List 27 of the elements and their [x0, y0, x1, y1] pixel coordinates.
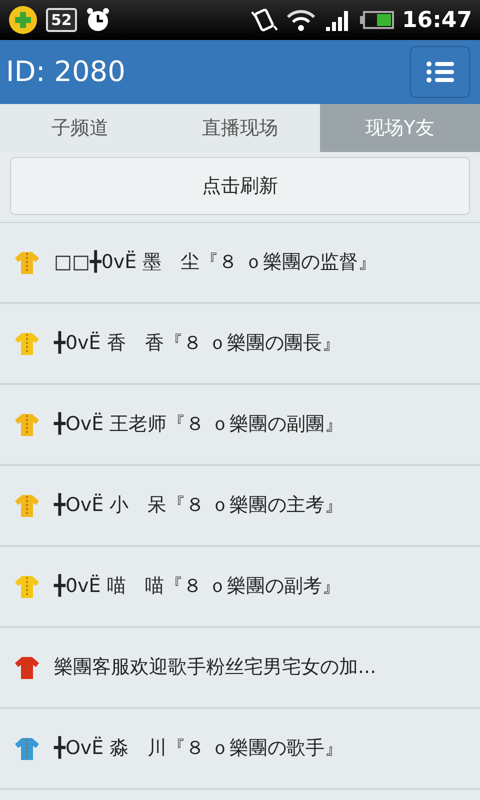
- member-row[interactable]: ╋OvË 淼 川『８ ｏ樂團の歌手』: [0, 709, 480, 790]
- app-icon: [8, 5, 38, 35]
- member-name: ╋OvË 小 呆『８ ｏ樂團の主考』: [54, 492, 344, 518]
- member-name: ╋OvË 王老师『８ ｏ樂團の副團』: [54, 411, 344, 438]
- notification-badge: 52: [46, 8, 77, 32]
- menu-button[interactable]: [410, 46, 470, 98]
- member-row[interactable]: ╋OvË 小 呆『８ ｏ樂團の主考』: [0, 466, 480, 547]
- status-time: 16:47: [402, 6, 472, 34]
- member-name: □□╋0vË 墨 尘『８ ｏ樂團の监督』: [54, 249, 377, 276]
- wifi-icon: [286, 7, 316, 33]
- vibrate-icon: [250, 6, 278, 34]
- member-name: ╋0vË 香 香『８ ｏ樂團の團長』: [54, 330, 341, 356]
- member-row[interactable]: 樂團客服欢迎歌手粉丝宅男宅女の加...: [0, 628, 480, 709]
- page-title: ID: 2080: [6, 54, 126, 90]
- member-name: ╋0vË 喵 喵『８ ｏ樂團の副考』: [54, 573, 341, 600]
- tab[interactable]: 子频道: [0, 104, 160, 152]
- member-row[interactable]: ╋OvË 王老师『８ ｏ樂團の副團』: [0, 385, 480, 466]
- member-row[interactable]: □□╋0vË 墨 尘『８ ｏ樂團の监督』: [0, 223, 480, 304]
- member-name: ╋OvË 淼 川『８ ｏ樂團の歌手』: [54, 735, 344, 762]
- member-name: 樂團客服欢迎歌手粉丝宅男宅女の加...: [54, 655, 376, 680]
- battery-icon: [360, 11, 394, 29]
- member-row[interactable]: ╋0vË 香 香『８ ｏ樂團の團長』: [0, 304, 480, 385]
- refresh-button[interactable]: 点击刷新: [10, 157, 470, 215]
- member-row[interactable]: ╋0vË 喵 喵『８ ｏ樂團の副考』: [0, 547, 480, 628]
- alarm-icon: [84, 7, 111, 33]
- menu-icon: [426, 60, 454, 84]
- tab[interactable]: 直播现场: [160, 104, 320, 152]
